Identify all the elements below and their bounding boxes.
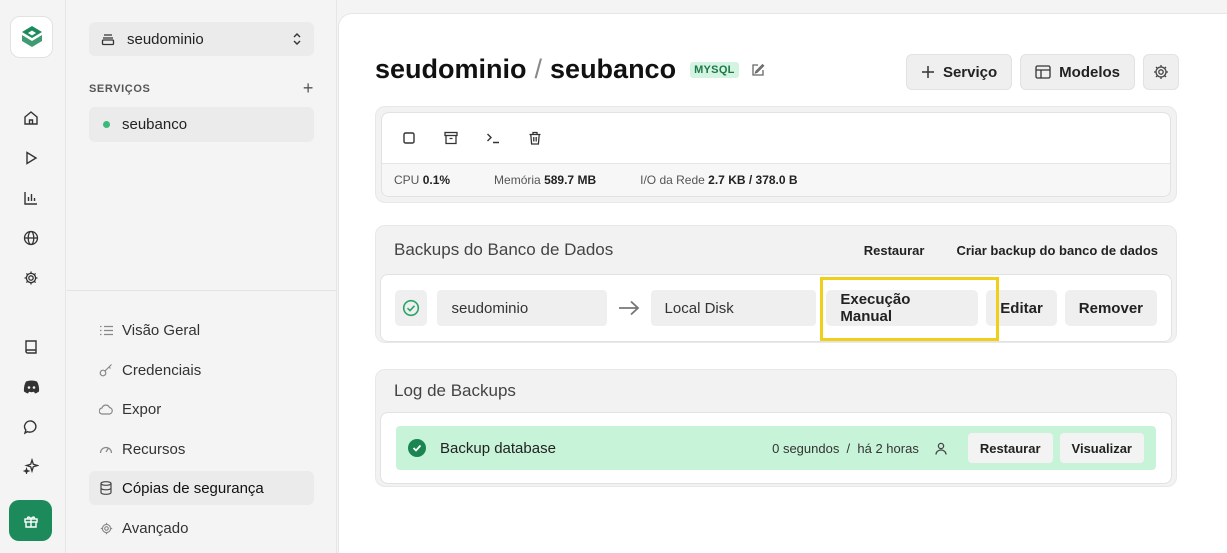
cpu-stat: CPU 0.1% — [394, 173, 451, 187]
log-restore-button[interactable]: Restaurar — [967, 433, 1053, 463]
key-icon — [99, 363, 113, 377]
log-entry-name: Backup database — [440, 439, 556, 457]
backups-header: Backups do Banco de Dados Restaurar Cria… — [376, 226, 1176, 274]
nav-label: Visão Geral — [122, 321, 201, 339]
gear-icon — [99, 521, 113, 535]
success-icon — [408, 439, 426, 457]
backup-enabled-toggle[interactable] — [395, 290, 428, 326]
trash-icon[interactable] — [528, 131, 542, 145]
db-type-badge: MYSQL — [690, 61, 739, 78]
backup-source: seudominio — [451, 299, 529, 317]
list-icon — [99, 323, 113, 337]
page-title: seudominio / seubanco — [375, 54, 676, 85]
backup-log-card: Log de Backups Backup database 0 segundo… — [375, 369, 1177, 487]
project-selector[interactable]: seudominio — [89, 22, 314, 56]
backup-source-field: seudominio — [437, 290, 608, 326]
discord-icon[interactable] — [20, 376, 42, 398]
play-icon[interactable] — [20, 147, 42, 169]
sparkle-icon[interactable] — [20, 455, 42, 477]
globe-icon[interactable] — [20, 227, 42, 249]
nav-label: Credenciais — [122, 361, 202, 379]
nav-item-copias-de-seguranca[interactable]: Cópias de segurança — [89, 471, 314, 505]
models-button[interactable]: Modelos — [1020, 54, 1135, 90]
container-stats: CPU 0.1% Memória 589.7 MB I/O da Rede 2.… — [382, 163, 1170, 196]
app-logo[interactable] — [10, 16, 53, 58]
backups-title: Backups do Banco de Dados — [394, 240, 614, 259]
gear-icon — [1154, 65, 1168, 79]
title-separator: / — [534, 54, 543, 84]
arrow-right-icon — [607, 300, 650, 316]
project-name: seudominio — [127, 30, 204, 48]
models-label: Modelos — [1059, 63, 1120, 81]
highlight-box — [820, 277, 999, 341]
create-backup-link[interactable]: Criar backup do banco de dados — [956, 243, 1158, 258]
title-service: seubanco — [550, 54, 677, 84]
nav-item-credenciais[interactable]: Credenciais — [89, 353, 314, 387]
home-icon[interactable] — [20, 107, 42, 129]
logo-icon — [21, 26, 42, 47]
log-view-button[interactable]: Visualizar — [1059, 433, 1144, 463]
gift-button[interactable] — [9, 500, 52, 541]
memory-stat: Memória 589.7 MB — [494, 173, 597, 187]
service-name: seubanco — [122, 116, 188, 133]
log-entry: Backup database 0 segundos / há 2 horas … — [396, 426, 1156, 470]
remove-backup-button[interactable]: Remover — [1064, 290, 1157, 326]
page-header: seudominio / seubanco MYSQL — [375, 54, 765, 85]
services-label: SERVIÇOS — [89, 82, 151, 95]
network-stat: I/O da Rede 2.7 KB / 378.0 B — [640, 173, 798, 187]
plus-icon — [921, 65, 935, 79]
add-service-button[interactable]: Serviço — [905, 54, 1013, 90]
container-actions — [382, 113, 1170, 163]
backup-row: seudominio Local Disk Execução Manual Ed… — [381, 275, 1171, 341]
log-header: Log de Backups — [376, 370, 1176, 412]
nav-item-avancado[interactable]: Avançado — [89, 511, 314, 545]
container-inner: CPU 0.1% Memória 589.7 MB I/O da Rede 2.… — [381, 112, 1171, 197]
archive-icon[interactable] — [444, 131, 458, 145]
book-icon[interactable] — [20, 336, 42, 358]
gift-icon — [23, 515, 38, 528]
terminal-icon[interactable] — [486, 131, 500, 145]
nav-item-recursos[interactable]: Recursos — [89, 432, 314, 466]
nav-item-visao-geral[interactable]: Visão Geral — [89, 313, 314, 347]
nav-label: Expor — [122, 400, 162, 418]
services-header: SERVIÇOS + — [89, 78, 314, 99]
log-entry-meta: 0 segundos / há 2 horas — [772, 440, 919, 456]
database-icon — [99, 481, 113, 495]
gauge-icon — [99, 442, 113, 456]
log-title: Log de Backups — [394, 381, 516, 400]
nav-label: Cópias de segurança — [122, 479, 264, 497]
chevron-updown-icon — [293, 33, 301, 45]
title-project[interactable]: seudominio — [375, 54, 527, 84]
backup-item: seudominio Local Disk Execução Manual Ed… — [380, 274, 1172, 342]
service-settings-button[interactable] — [1143, 54, 1179, 90]
nav-label: Avançado — [122, 519, 189, 537]
status-dot — [103, 121, 110, 128]
container-card: CPU 0.1% Memória 589.7 MB I/O da Rede 2.… — [375, 106, 1177, 203]
add-service-label: Serviço — [942, 63, 998, 81]
chart-icon[interactable] — [20, 187, 42, 209]
cloud-icon — [99, 402, 113, 416]
layout-icon — [1035, 65, 1051, 79]
backup-destination: Local Disk — [664, 299, 734, 317]
backup-destination-field: Local Disk — [650, 290, 817, 326]
stop-icon[interactable] — [402, 131, 416, 145]
log-list: Backup database 0 segundos / há 2 horas … — [380, 412, 1172, 484]
header-actions: Serviço Modelos — [905, 54, 1179, 90]
check-circle-icon — [403, 299, 420, 317]
nav-item-expor[interactable]: Expor — [89, 392, 314, 426]
chat-icon[interactable] — [20, 416, 42, 438]
icon-rail — [0, 0, 66, 553]
edit-icon[interactable] — [751, 63, 765, 77]
restore-link[interactable]: Restaurar — [864, 243, 925, 258]
main-panel: seudominio / seubanco MYSQL Serviço Modelo… — [338, 13, 1227, 553]
backups-card: Backups do Banco de Dados Restaurar Cria… — [375, 225, 1177, 343]
add-service-icon[interactable]: + — [303, 78, 314, 99]
sidebar: seudominio SERVIÇOS + seubanco Visão Ger… — [67, 0, 337, 553]
user-icon — [935, 442, 947, 455]
stack-icon — [101, 34, 115, 46]
sidebar-divider — [67, 290, 337, 291]
settings-icon[interactable] — [20, 267, 42, 289]
service-item-seubanco[interactable]: seubanco — [89, 107, 314, 142]
nav-label: Recursos — [122, 440, 186, 458]
